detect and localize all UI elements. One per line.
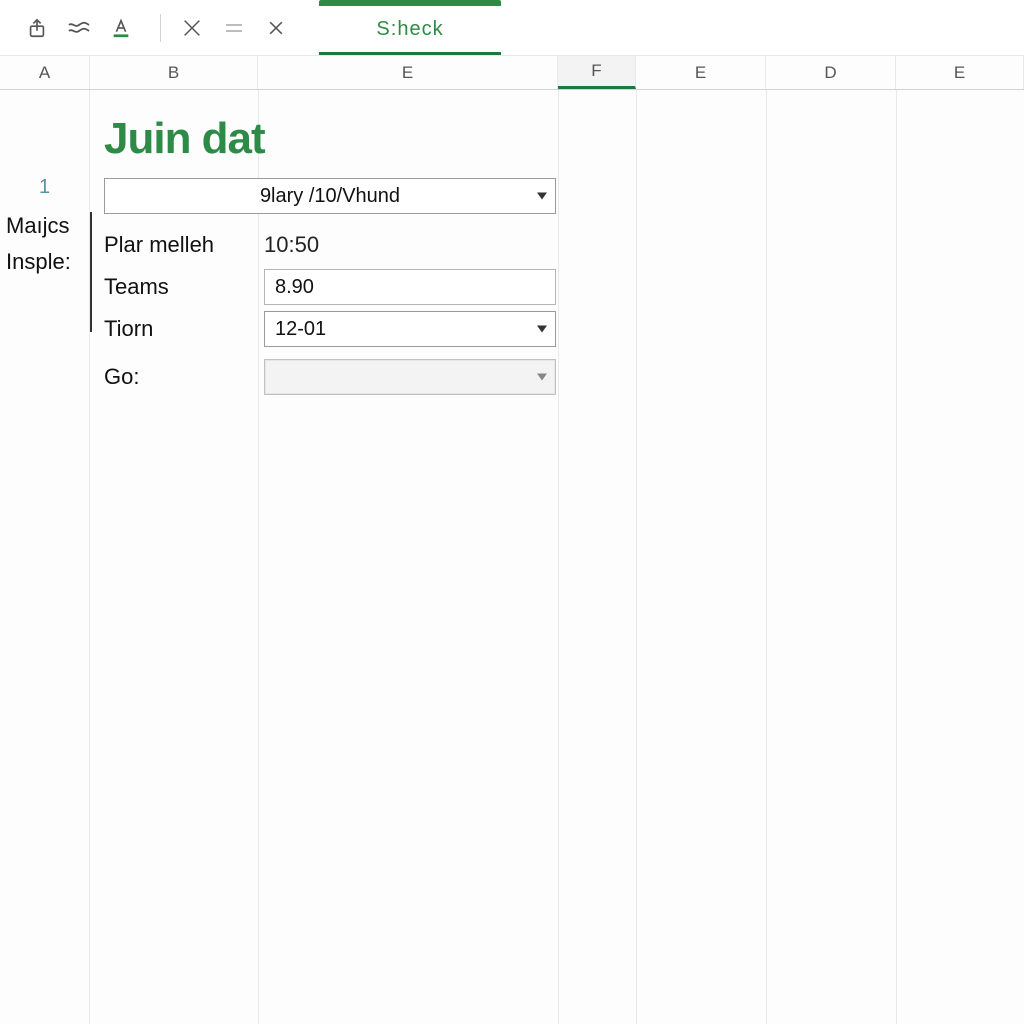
field-label: Plar melleh	[104, 232, 264, 258]
top-select[interactable]: 9lary /10/Vhund	[104, 178, 556, 214]
row-number-1[interactable]: 1	[0, 176, 89, 199]
toolbar-separator	[160, 14, 161, 42]
gridline	[896, 90, 897, 1024]
go-select[interactable]	[264, 359, 556, 395]
card-title: Juin dat	[104, 114, 556, 164]
col-header-f[interactable]: F	[558, 56, 636, 89]
tiorn-select[interactable]: 12-01	[264, 311, 556, 347]
text-color-icon[interactable]	[104, 11, 138, 45]
teams-input[interactable]: 8.90	[264, 269, 556, 305]
col-header-e2[interactable]: E	[636, 56, 766, 89]
close-icon[interactable]	[259, 11, 293, 45]
chevron-down-icon	[537, 374, 547, 381]
field-row-plar: Plar melleh 10:50	[104, 224, 556, 266]
col-header-d[interactable]: D	[766, 56, 896, 89]
grid-body: 1 Maıjcs Insple: Juin dat 9lary /10/Vhun…	[0, 90, 1024, 1024]
col-header-e1[interactable]: E	[258, 56, 558, 89]
row-gutter: 1 Maıjcs Insple:	[0, 90, 90, 1024]
field-row-go: Go:	[104, 356, 556, 398]
sheet-area[interactable]: Juin dat 9lary /10/Vhund Plar melleh 10:…	[90, 90, 1024, 1024]
active-tab-label: S:heck	[376, 18, 443, 41]
cut-icon[interactable]	[175, 11, 209, 45]
col-header-e3[interactable]: E	[896, 56, 1024, 89]
gridline	[636, 90, 637, 1024]
share-icon[interactable]	[20, 11, 54, 45]
field-label: Tiorn	[104, 316, 264, 342]
gridline	[766, 90, 767, 1024]
approx-equal-icon[interactable]	[62, 11, 96, 45]
toolbar: S:heck	[0, 0, 1024, 56]
tiorn-select-value: 12-01	[275, 318, 326, 341]
card-side-bar	[90, 212, 92, 332]
top-select-value: 9lary /10/Vhund	[260, 185, 400, 208]
col-header-a[interactable]: A	[0, 56, 90, 89]
equals-icon[interactable]	[217, 11, 251, 45]
field-label: Go:	[104, 364, 264, 390]
column-header-row: A B E F E D E	[0, 56, 1024, 90]
field-label: Teams	[104, 274, 264, 300]
row-label-maijcs[interactable]: Maıjcs	[0, 213, 89, 239]
active-tab[interactable]: S:heck	[319, 0, 501, 55]
field-value-plar: 10:50	[264, 232, 556, 258]
chevron-down-icon	[537, 326, 547, 333]
col-header-b[interactable]: B	[90, 56, 258, 89]
field-row-teams: Teams 8.90	[104, 266, 556, 308]
gridline	[558, 90, 559, 1024]
chevron-down-icon	[537, 193, 547, 200]
teams-input-value: 8.90	[275, 276, 314, 299]
field-row-tiorn: Tiorn 12-01	[104, 308, 556, 350]
form-card: Juin dat 9lary /10/Vhund Plar melleh 10:…	[104, 114, 556, 398]
row-label-insple[interactable]: Insple:	[0, 249, 89, 275]
